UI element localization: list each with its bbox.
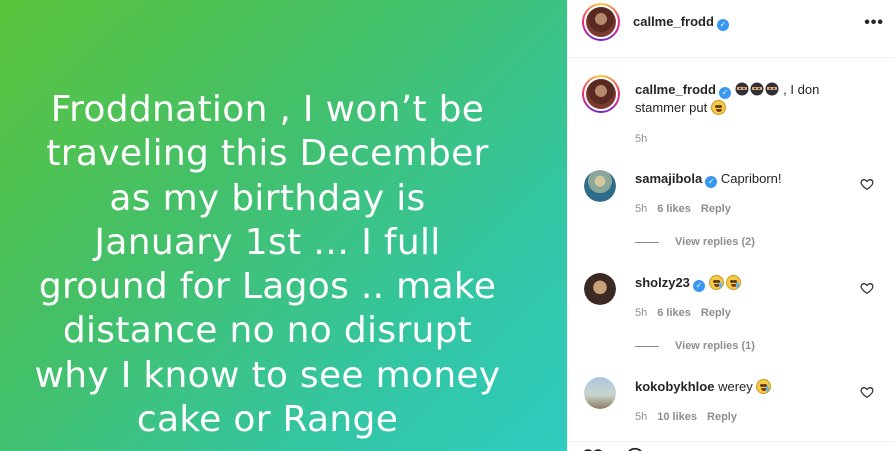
comment-time: 5h — [635, 411, 648, 423]
comment-meta: 5h 6 likes Reply — [635, 307, 731, 319]
post-text-line: ground for Lagos .. make — [38, 266, 497, 308]
caption-time: 5h — [635, 133, 648, 145]
verified-badge-icon: ✓ — [692, 280, 705, 292]
caption-author-avatar[interactable] — [582, 75, 620, 113]
post-text-line: January 1st … I full — [94, 221, 441, 263]
author-avatar[interactable] — [582, 3, 620, 41]
commenter-avatar[interactable] — [584, 273, 616, 305]
like-heart-icon[interactable] — [582, 446, 604, 451]
verified-badge-icon: ✓ — [716, 19, 729, 31]
comment-username[interactable]: samajibola — [635, 171, 702, 186]
comment-username[interactable]: sholzy23 — [635, 275, 690, 290]
smirk-emoji — [710, 100, 726, 115]
comment-username[interactable]: kokobykhloe — [635, 379, 714, 394]
comment: kokobykhloe werey — [635, 378, 865, 396]
comment-likes[interactable]: 6 likes — [657, 203, 691, 215]
post-text-line: cake or Range — [136, 399, 399, 441]
post-text-line: distance no no disrupt — [62, 310, 473, 352]
view-replies-button[interactable]: View replies (2) — [635, 236, 755, 248]
comment-icon[interactable] — [624, 446, 646, 451]
comment-text: Capriborn! — [720, 171, 782, 186]
view-replies-label[interactable]: View replies (2) — [675, 236, 755, 248]
comment-meta: 5h 6 likes Reply — [635, 203, 731, 215]
verified-badge-icon: ✓ — [705, 176, 718, 188]
view-replies-button[interactable]: View replies (1) — [635, 340, 755, 352]
view-replies-label[interactable]: View replies (1) — [675, 340, 755, 352]
ninja-emoji — [765, 82, 779, 96]
ninja-emoji — [750, 82, 764, 96]
more-options-icon[interactable]: ••• — [864, 14, 884, 32]
post-text-line: Froddnation , I won’t be — [50, 89, 485, 130]
like-heart-icon[interactable] — [860, 385, 874, 399]
caption-text-part2: stammer put — [635, 100, 708, 115]
replies-divider — [635, 241, 659, 243]
comment-time: 5h — [635, 203, 648, 215]
comment: sholzy23 ✓ — [635, 274, 865, 292]
author-username-text[interactable]: callme_frodd — [633, 14, 714, 29]
reply-button[interactable]: Reply — [701, 307, 731, 319]
sweat-smile-emoji — [725, 275, 741, 290]
post-media[interactable]: Froddnation , I won’t be traveling this … — [0, 0, 567, 451]
commenter-avatar[interactable] — [584, 377, 616, 409]
caption-username[interactable]: callme_frodd — [635, 82, 716, 97]
author-username[interactable]: callme_frodd ✓ — [633, 14, 729, 31]
comment-text: werey — [718, 379, 753, 394]
comment-likes[interactable]: 6 likes — [657, 307, 691, 319]
comment: samajibola ✓ Capriborn! — [635, 170, 865, 188]
post-story-text: Froddnation , I won’t be traveling this … — [0, 88, 535, 442]
post-sidebar: callme_frodd ✓ ••• callme_frodd ✓ , I don … — [567, 0, 895, 451]
verified-badge-icon: ✓ — [718, 87, 731, 99]
like-heart-icon[interactable] — [860, 177, 874, 191]
caption: callme_frodd ✓ , I don stammer put — [635, 81, 885, 117]
reply-button[interactable]: Reply — [701, 203, 731, 215]
post-text-line: traveling this December — [46, 133, 489, 175]
post-text-line: as my birthday is — [109, 177, 426, 219]
post-header: callme_frodd ✓ ••• — [568, 0, 895, 58]
action-bar-divider — [568, 441, 895, 442]
sweat-smile-emoji — [756, 379, 772, 394]
comment-likes[interactable]: 10 likes — [657, 411, 697, 423]
commenter-avatar[interactable] — [584, 170, 616, 202]
reply-button[interactable]: Reply — [707, 411, 737, 423]
post-text-line: why I know to see money — [34, 354, 501, 396]
replies-divider — [635, 345, 659, 347]
sweat-smile-emoji — [708, 275, 724, 290]
comment-meta: 5h 10 likes Reply — [635, 411, 737, 423]
comment-time: 5h — [635, 307, 648, 319]
caption-text-part1: , I don — [779, 82, 820, 97]
like-heart-icon[interactable] — [860, 281, 874, 295]
ninja-emoji — [735, 82, 749, 96]
